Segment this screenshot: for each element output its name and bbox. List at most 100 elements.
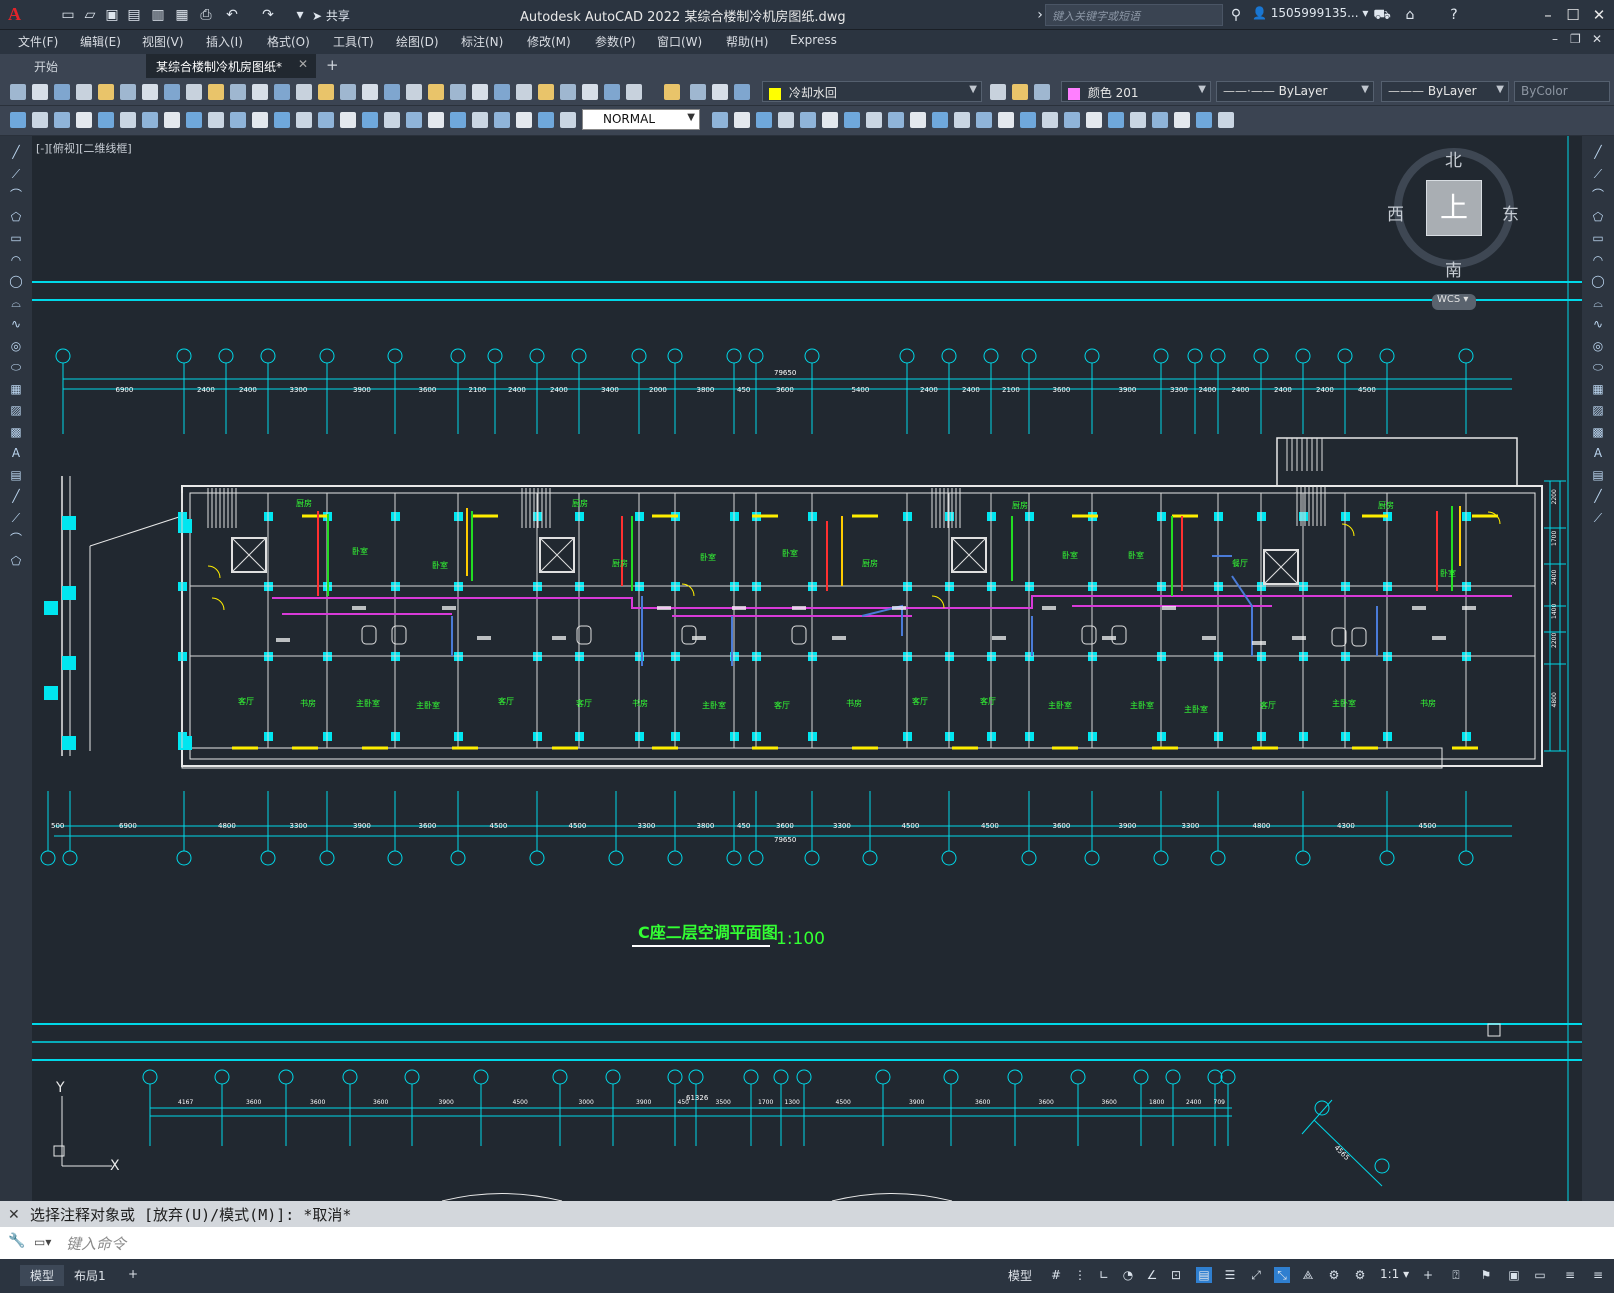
- standard-tool-icon[interactable]: [318, 84, 334, 100]
- standard-tool-icon[interactable]: [626, 84, 642, 100]
- grip-square[interactable]: [1487, 1023, 1501, 1037]
- draw-tool-icon[interactable]: ⟋: [7, 166, 25, 182]
- lineweight-dropdown[interactable]: ——— ByLayer ▼: [1381, 81, 1509, 102]
- dimension-tool-icon[interactable]: [1152, 112, 1168, 128]
- redo-icon[interactable]: ↷: [258, 5, 278, 25]
- standard-tool-icon[interactable]: [582, 84, 598, 100]
- cart-icon[interactable]: ⛟: [1372, 5, 1392, 25]
- status-toggle-icon[interactable]: ⤢: [1248, 1267, 1264, 1283]
- standard-tool-icon[interactable]: [208, 84, 224, 100]
- status-toggle-icon[interactable]: ☰: [1222, 1267, 1238, 1283]
- standard-tool-icon[interactable]: [472, 84, 488, 100]
- menu-tools[interactable]: 工具(T): [333, 33, 374, 50]
- dimension-tool-icon[interactable]: [734, 112, 750, 128]
- modify-tool-icon[interactable]: ⌓: [1589, 295, 1607, 311]
- standard-tool-icon[interactable]: [1034, 84, 1050, 100]
- dimension-tool-icon[interactable]: [340, 112, 356, 128]
- viewport-controls-label[interactable]: [-][俯视][二维线框]: [36, 140, 132, 156]
- tab-close-icon[interactable]: ✕: [298, 57, 308, 71]
- drawing-canvas[interactable]: [-][俯视][二维线框] 6900 2400 2400 3300 3900 3600 21…: [32, 136, 1582, 1201]
- standard-tool-icon[interactable]: [274, 84, 290, 100]
- dimension-tool-icon[interactable]: [1064, 112, 1080, 128]
- standard-tool-icon[interactable]: [712, 84, 728, 100]
- standard-tool-icon[interactable]: [296, 84, 312, 100]
- menu-window[interactable]: 窗口(W): [657, 33, 702, 50]
- standard-tool-icon[interactable]: [98, 84, 114, 100]
- standard-tool-icon[interactable]: [186, 84, 202, 100]
- dimension-tool-icon[interactable]: [32, 112, 48, 128]
- dimension-tool-icon[interactable]: [800, 112, 816, 128]
- standard-tool-icon[interactable]: [340, 84, 356, 100]
- doc-close-icon[interactable]: ✕: [1592, 32, 1602, 46]
- standard-tool-icon[interactable]: [990, 84, 1006, 100]
- dimension-tool-icon[interactable]: [208, 112, 224, 128]
- standard-tool-icon[interactable]: [230, 84, 246, 100]
- tab-model[interactable]: 模型: [20, 1265, 65, 1286]
- dimension-tool-icon[interactable]: [976, 112, 992, 128]
- dimension-tool-icon[interactable]: [494, 112, 510, 128]
- modify-tool-icon[interactable]: ▩: [1589, 424, 1607, 440]
- add-layout-icon[interactable]: +: [118, 1265, 148, 1283]
- minimize-button[interactable]: –: [1535, 2, 1561, 28]
- dimension-tool-icon[interactable]: [296, 112, 312, 128]
- save-web-icon[interactable]: ▦: [172, 5, 192, 25]
- draw-tool-icon[interactable]: ⟋: [7, 510, 25, 526]
- dimension-tool-icon[interactable]: [186, 112, 202, 128]
- status-toggle-icon[interactable]: ∟: [1096, 1267, 1112, 1283]
- dimension-tool-icon[interactable]: [274, 112, 290, 128]
- menu-dimension[interactable]: 标注(N): [461, 33, 503, 50]
- dimension-tool-icon[interactable]: [1174, 112, 1190, 128]
- standard-tool-icon[interactable]: [450, 84, 466, 100]
- menu-modify[interactable]: 修改(M): [527, 33, 571, 50]
- status-toggle-icon[interactable]: ⤡: [1274, 1267, 1290, 1283]
- dimension-tool-icon[interactable]: [932, 112, 948, 128]
- standard-tool-icon[interactable]: [252, 84, 268, 100]
- dimension-tool-icon[interactable]: [822, 112, 838, 128]
- dimension-tool-icon[interactable]: [1108, 112, 1124, 128]
- standard-tool-icon[interactable]: [32, 84, 48, 100]
- draw-tool-icon[interactable]: ⬭: [7, 359, 25, 375]
- autocad-logo[interactable]: A: [8, 4, 28, 26]
- dimension-tool-icon[interactable]: [384, 112, 400, 128]
- standard-tool-icon[interactable]: [604, 84, 620, 100]
- user-account[interactable]: 👤 1505999135... ▾: [1252, 6, 1368, 20]
- standard-tool-icon[interactable]: [690, 84, 706, 100]
- dimension-tool-icon[interactable]: [560, 112, 576, 128]
- modify-tool-icon[interactable]: ╱: [1589, 488, 1607, 504]
- standard-tool-icon[interactable]: [734, 84, 750, 100]
- modify-tool-icon[interactable]: ▭: [1589, 230, 1607, 246]
- standard-tool-icon[interactable]: [560, 84, 576, 100]
- modify-tool-icon[interactable]: ◎: [1589, 338, 1607, 354]
- viewcube-south[interactable]: 南: [1445, 256, 1462, 281]
- status-toggle-icon[interactable]: ▣: [1506, 1267, 1522, 1283]
- status-toggle-icon[interactable]: ⟁: [1300, 1267, 1316, 1283]
- close-button[interactable]: ✕: [1586, 2, 1612, 28]
- draw-tool-icon[interactable]: ╱: [7, 488, 25, 504]
- search-icon[interactable]: ⚲: [1226, 5, 1246, 25]
- viewcube-east[interactable]: 东: [1502, 200, 1519, 225]
- standard-tool-icon[interactable]: [54, 84, 70, 100]
- modify-tool-icon[interactable]: A: [1589, 445, 1607, 461]
- dimension-tool-icon[interactable]: [318, 112, 334, 128]
- standard-tool-icon[interactable]: [142, 84, 158, 100]
- dimension-tool-icon[interactable]: [1196, 112, 1212, 128]
- command-input[interactable]: 键入命令: [0, 1227, 1614, 1259]
- standard-tool-icon[interactable]: [76, 84, 92, 100]
- dimension-tool-icon[interactable]: [1086, 112, 1102, 128]
- standard-tool-icon[interactable]: [384, 84, 400, 100]
- modify-tool-icon[interactable]: ⬠: [1589, 209, 1607, 225]
- modify-tool-icon[interactable]: ⟋: [1589, 166, 1607, 182]
- draw-tool-icon[interactable]: ⬠: [7, 209, 25, 225]
- menu-parameter[interactable]: 参数(P): [595, 33, 636, 50]
- command-prompt-icon[interactable]: ▭▾: [34, 1235, 51, 1249]
- modify-tool-icon[interactable]: ◯: [1589, 273, 1607, 289]
- status-toggle-icon[interactable]: ◔: [1120, 1267, 1136, 1283]
- draw-tool-icon[interactable]: ⬠: [7, 553, 25, 569]
- dimension-tool-icon[interactable]: [538, 112, 554, 128]
- standard-tool-icon[interactable]: [494, 84, 510, 100]
- open-web-icon[interactable]: ▥: [148, 5, 168, 25]
- dimension-tool-icon[interactable]: [450, 112, 466, 128]
- plotstyle-dropdown[interactable]: ByColor: [1514, 81, 1610, 102]
- dimension-tool-icon[interactable]: [1130, 112, 1146, 128]
- status-toggle-icon[interactable]: #: [1048, 1267, 1064, 1283]
